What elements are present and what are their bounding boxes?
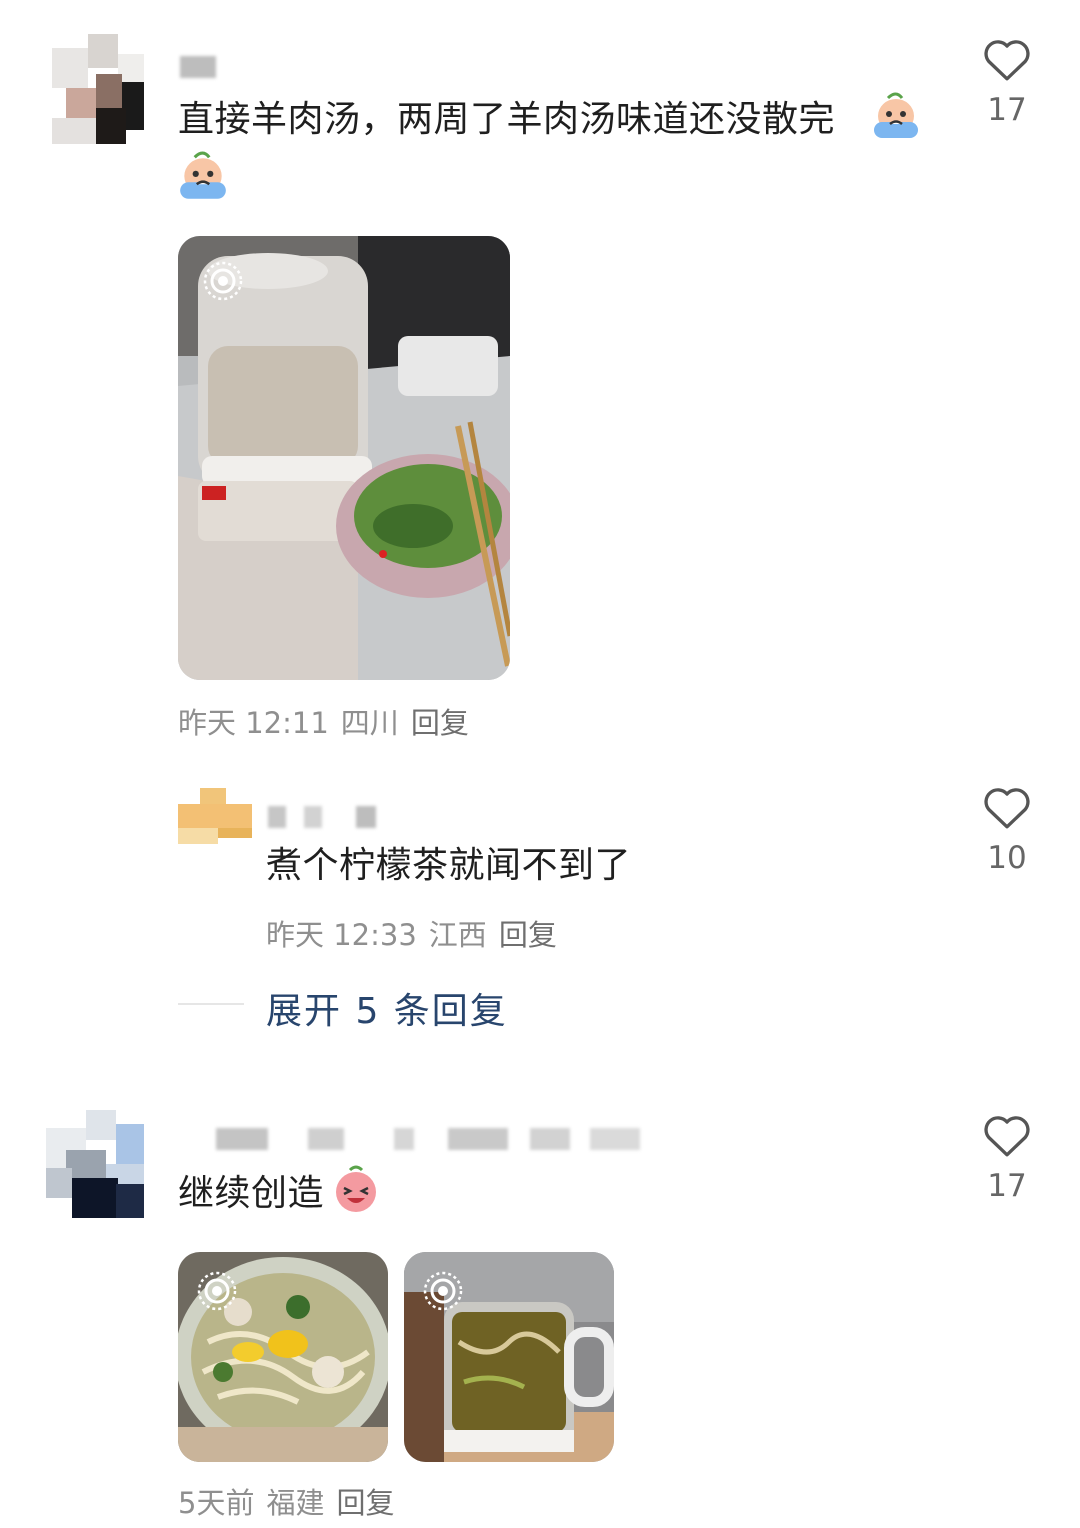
crying-face-emoji (870, 92, 922, 142)
reply-location: 江西 (428, 918, 487, 952)
like-count: 17 (987, 1168, 1027, 1204)
username-obscured (180, 56, 220, 82)
comment-image[interactable] (404, 1252, 614, 1462)
comment-image[interactable] (178, 236, 510, 680)
like-button[interactable]: 17 (972, 36, 1042, 128)
reply-button[interactable]: 回复 (336, 1486, 394, 1520)
username-obscured (268, 806, 388, 832)
reply-button[interactable]: 回复 (499, 918, 557, 952)
avatar[interactable] (178, 788, 252, 846)
divider (178, 1003, 244, 1005)
avatar[interactable] (46, 1110, 144, 1218)
heart-icon (984, 788, 1030, 829)
like-button[interactable]: 10 (972, 784, 1042, 876)
comment-image[interactable] (178, 1252, 388, 1462)
reply-time: 昨天 12:33 (266, 918, 417, 952)
comment-time: 5天前 (178, 1486, 255, 1520)
laughing-face-emoji (330, 1164, 382, 1216)
reply-button[interactable]: 回复 (411, 706, 469, 740)
like-count: 17 (987, 92, 1027, 128)
comment-location: 四川 (340, 706, 399, 740)
comment-time: 昨天 12:11 (178, 706, 329, 740)
expand-replies-button[interactable]: 展开 5 条回复 (266, 982, 508, 1034)
reply-text: 煮个柠檬茶就闻不到了 (266, 845, 632, 886)
like-count: 10 (987, 840, 1027, 876)
comment-text: 继续创造 (178, 1173, 325, 1214)
crying-face-emoji (176, 150, 230, 204)
username-obscured (180, 1128, 680, 1154)
kettle-with-soup-and-herb-bowl-photo (178, 236, 510, 680)
heart-icon (984, 40, 1030, 81)
reply-meta: 昨天 12:33 江西 回复 (266, 912, 569, 954)
live-photo-icon (197, 1271, 237, 1311)
live-photo-icon (423, 1271, 463, 1311)
live-photo-icon (203, 261, 243, 301)
comment-meta: 昨天 12:11 四川 回复 (178, 700, 481, 742)
comment-text: 直接羊肉汤，两周了羊肉汤味道还没散完 (178, 99, 836, 140)
comment-location: 福建 (266, 1486, 325, 1520)
like-button[interactable]: 17 (972, 1112, 1042, 1204)
comment-meta: 5天前 福建 回复 (178, 1480, 406, 1522)
avatar[interactable] (52, 34, 144, 144)
heart-icon (984, 1116, 1030, 1157)
